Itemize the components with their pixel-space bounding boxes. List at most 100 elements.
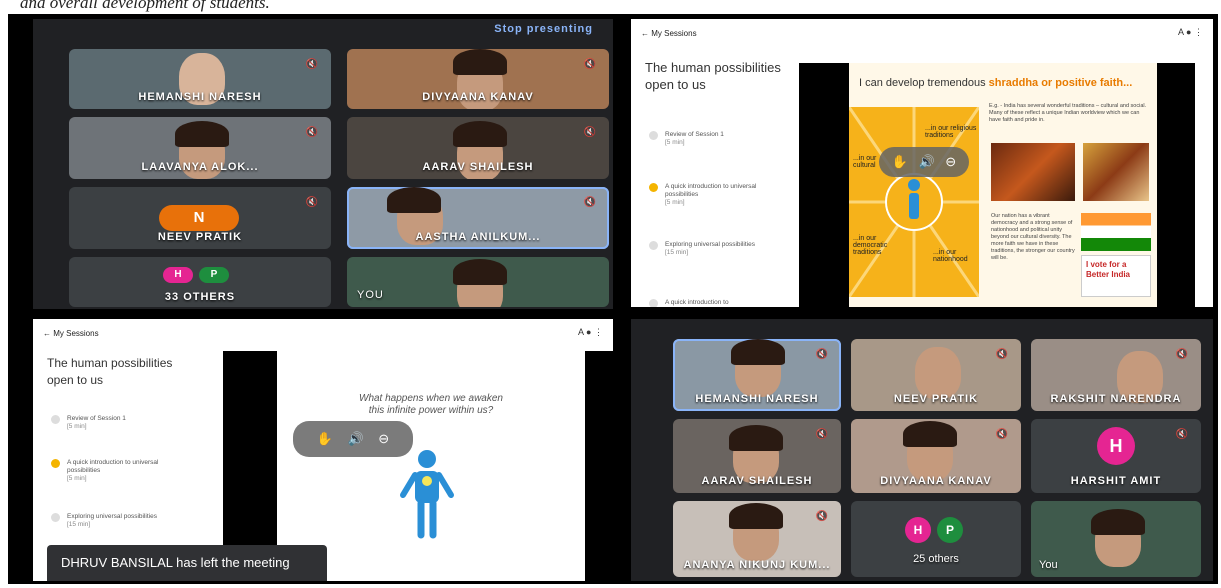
player-controls[interactable]: ✋ 🔊 ⊖ [293, 421, 413, 457]
course-topbar: ← My Sessions A ● ⋮ [631, 19, 1213, 45]
participant-hair [729, 503, 783, 529]
photo-flag [1081, 213, 1151, 251]
lesson-item-current[interactable]: A quick introduction to universal possib… [47, 459, 187, 483]
lesson-status-icon [51, 459, 60, 468]
participant-avatar: N [159, 205, 239, 231]
lesson-item[interactable]: Review of Session 1 [5 min] [645, 131, 785, 147]
muted-mic-icon[interactable] [303, 55, 321, 73]
muted-mic-icon[interactable] [993, 425, 1011, 443]
participant-name: LAAVANYA ALOK... [141, 161, 259, 173]
lesson-item-current[interactable]: A quick introduction to universal possib… [645, 183, 785, 207]
lesson-status-icon [649, 131, 658, 140]
participant-hair [387, 187, 441, 213]
slide-eg-text: E.g. - India has several wonderful tradi… [989, 103, 1147, 123]
meet-grid-bottom-right: HEMANSHI NARESH NEEV PRATIK RAKSHIT NARE… [631, 319, 1213, 581]
settings-toggle-icon[interactable]: A ● ⋮ [578, 327, 603, 338]
avatar-h: H [905, 517, 931, 543]
participant-hair [453, 49, 507, 75]
muted-mic-icon[interactable] [813, 507, 831, 525]
tile-harshit-amit[interactable]: H HARSHIT AMIT [1031, 419, 1201, 493]
caption-text: and overall development of students. [20, 0, 270, 12]
course-player-bottom-left: ← My Sessions A ● ⋮ The human possibilit… [33, 319, 613, 581]
tile-aarav-shailesh[interactable]: AARAV SHAILESH [347, 117, 609, 179]
course-player-top-right: ← My Sessions A ● ⋮ The human possibilit… [631, 19, 1213, 307]
volume-icon[interactable]: 🔊 [348, 421, 364, 457]
minus-icon[interactable]: ⊖ [378, 421, 389, 457]
lesson-status-icon [649, 183, 658, 192]
participant-hair [729, 425, 783, 451]
participant-name: NEEV PRATIK [893, 393, 979, 405]
tile-hemanshi-naresh[interactable]: HEMANSHI NARESH [69, 49, 331, 109]
mute-icon[interactable]: ✋ [892, 147, 908, 177]
participant-hair [175, 121, 229, 147]
volume-icon[interactable]: 🔊 [919, 147, 935, 177]
participant-name: ANANYA NIKUNJ KUM... [683, 559, 831, 571]
tile-aastha-anilkum[interactable]: AASTHA ANILKUM... [347, 187, 609, 249]
participant-hair [903, 421, 957, 447]
page-caption: and overall development of students. [0, 0, 1221, 14]
photo-ritual [1083, 143, 1149, 201]
muted-mic-icon[interactable] [1173, 345, 1191, 363]
tile-hemanshi-naresh[interactable]: HEMANSHI NARESH [673, 339, 841, 411]
slide-heading-emphasis: shraddha or positive faith... [988, 77, 1133, 89]
participant-name: HARSHIT AMIT [1070, 475, 1162, 487]
muted-mic-icon[interactable] [1173, 425, 1191, 443]
muted-mic-icon[interactable] [581, 55, 599, 73]
lesson-item[interactable]: A quick introduction to [645, 299, 785, 307]
slide-heading: I can develop tremendous shraddha or pos… [859, 77, 1133, 89]
muted-mic-icon[interactable] [813, 345, 831, 363]
lesson-item[interactable]: Review of Session 1 [5 min] [47, 415, 187, 431]
slide-label-religious: ...in our religious traditions [925, 125, 977, 139]
lesson-status-icon [51, 513, 60, 522]
participant-name: DIVYAANA KANAV [422, 91, 534, 103]
tile-others-count[interactable]: H P 25 others [851, 501, 1021, 577]
tile-ananya-nikunj[interactable]: ANANYA NIKUNJ KUM... [673, 501, 841, 577]
lesson-status-icon [51, 415, 60, 424]
back-to-sessions-link[interactable]: ← My Sessions [641, 29, 697, 38]
participant-name: AARAV SHAILESH [701, 475, 813, 487]
self-label: You [357, 289, 384, 301]
minus-icon[interactable]: ⊖ [945, 147, 956, 177]
participant-avatar: H [1097, 427, 1135, 465]
tile-divyaana-kanav[interactable]: DIVYAANA KANAV [347, 49, 609, 109]
tile-rakshit-narendra[interactable]: RAKSHIT NARENDRA [1031, 339, 1201, 411]
avatar-p: P [937, 517, 963, 543]
muted-mic-icon[interactable] [303, 123, 321, 141]
lesson-item[interactable]: Exploring universal possibilities [15 min… [47, 513, 187, 529]
participant-name: NEEV PRATIK [157, 231, 243, 243]
participant-name: AARAV SHAILESH [422, 161, 534, 173]
lesson-status-icon [649, 241, 658, 250]
screenshot-collage: Stop presenting HEMANSHI NARESH DIVYAANA… [8, 14, 1218, 584]
participant-name: RAKSHIT NARENDRA [1050, 393, 1182, 405]
tile-laavanya-alok[interactable]: LAAVANYA ALOK... [69, 117, 331, 179]
tile-neev-pratik[interactable]: N NEEV PRATIK [69, 187, 331, 249]
tile-self-view[interactable]: You [347, 257, 609, 307]
muted-mic-icon[interactable] [581, 123, 599, 141]
tile-aarav-shailesh[interactable]: AARAV SHAILESH [673, 419, 841, 493]
back-to-sessions-link[interactable]: ← My Sessions [43, 329, 99, 338]
tile-neev-pratik[interactable]: NEEV PRATIK [851, 339, 1021, 411]
session-title: The human possibilities open to us [47, 356, 173, 387]
muted-mic-icon[interactable] [993, 345, 1011, 363]
tile-others-count[interactable]: H P 33 others [69, 257, 331, 307]
tile-self-view[interactable]: You [1031, 501, 1201, 577]
vote-badge: I vote for a Better India [1081, 255, 1151, 297]
settings-toggle-icon[interactable]: A ● ⋮ [1178, 27, 1203, 38]
others-count: 33 others [164, 291, 236, 303]
left-meeting-toast: DHRUV BANSILAL has left the meeting [47, 545, 327, 581]
player-controls[interactable]: ✋ 🔊 ⊖ [879, 147, 969, 177]
stop-presenting-button[interactable]: Stop presenting [494, 23, 593, 35]
muted-mic-icon[interactable] [813, 425, 831, 443]
participant-name: HEMANSHI NARESH [695, 393, 819, 405]
participant-hair [1091, 509, 1145, 535]
meet-grid-top-left: Stop presenting HEMANSHI NARESH DIVYAANA… [33, 19, 613, 309]
video-player[interactable]: I can develop tremendous shraddha or pos… [799, 63, 1195, 307]
mute-icon[interactable]: ✋ [317, 421, 333, 457]
muted-mic-icon[interactable] [303, 193, 321, 211]
lesson-status-icon [649, 299, 658, 307]
session-title: The human possibilities open to us [645, 60, 781, 92]
person-figure-icon [400, 450, 454, 539]
tile-divyaana-kanav[interactable]: DIVYAANA KANAV [851, 419, 1021, 493]
lesson-item[interactable]: Exploring universal possibilities [15 min… [645, 241, 785, 257]
participant-name: HEMANSHI NARESH [138, 91, 262, 103]
